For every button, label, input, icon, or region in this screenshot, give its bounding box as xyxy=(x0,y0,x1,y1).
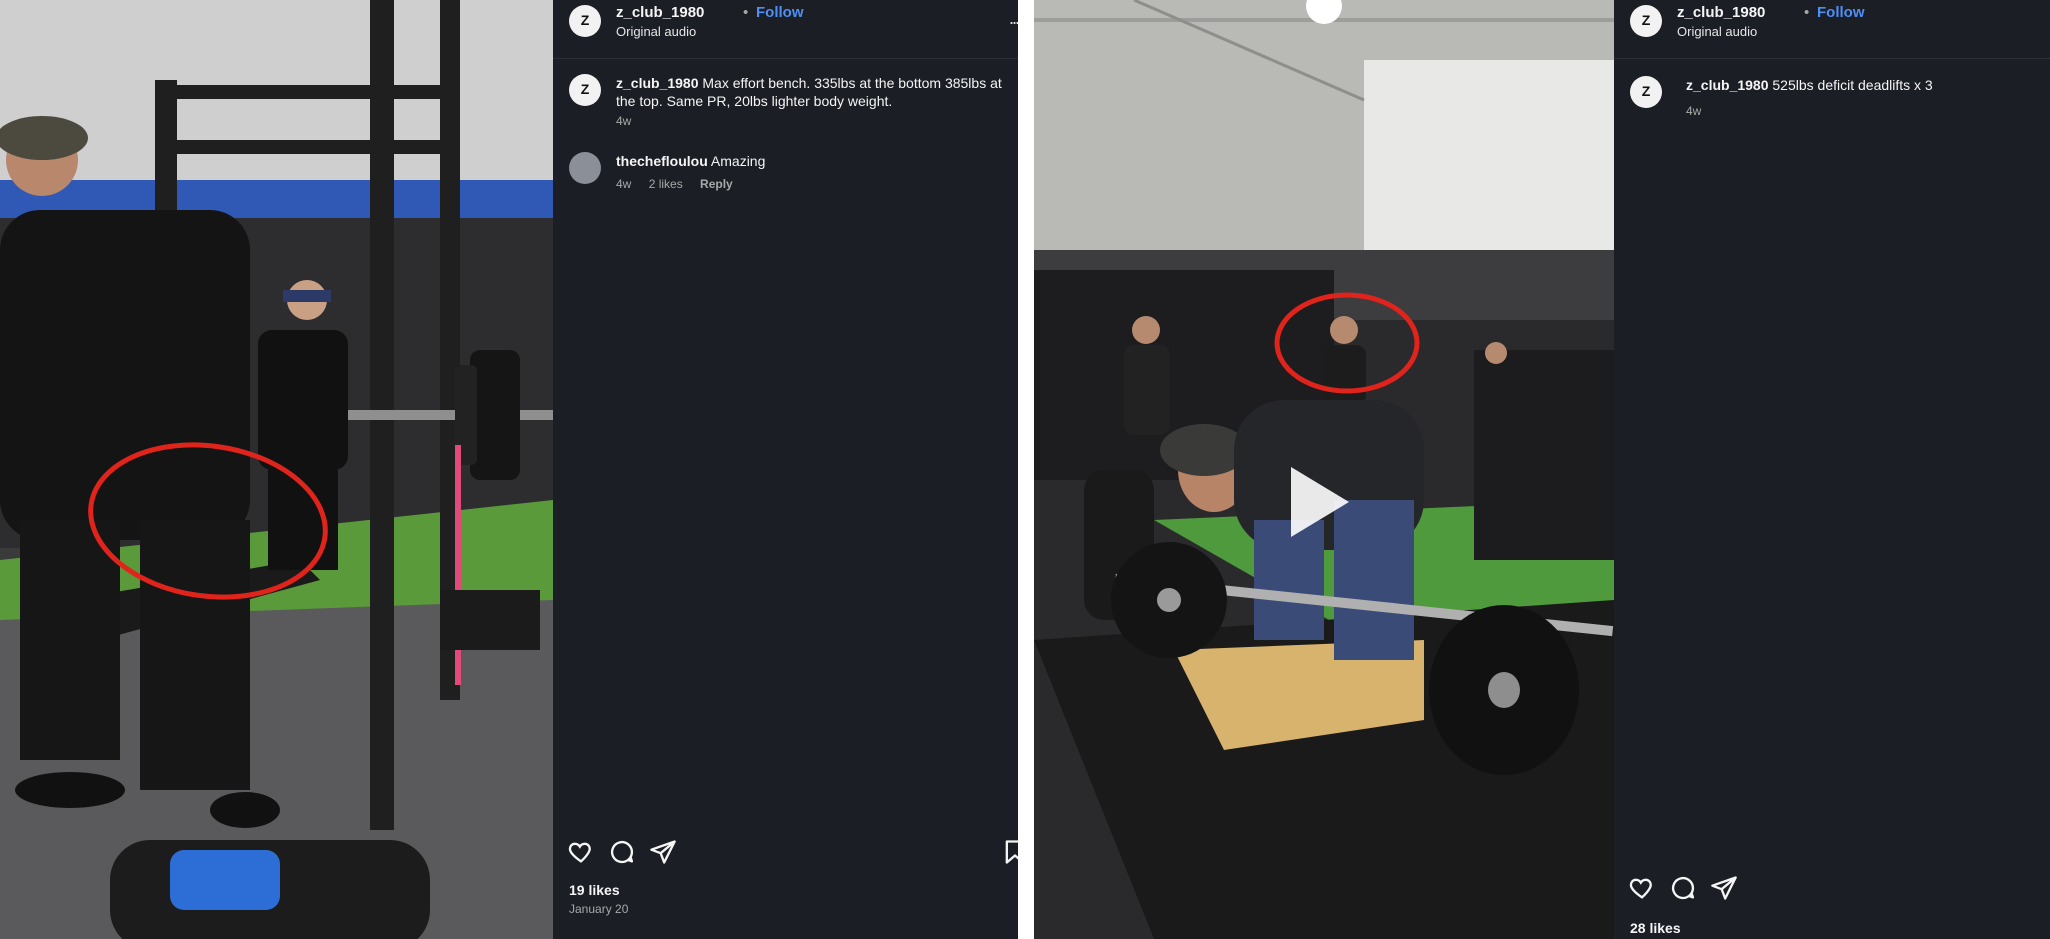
comment-bubble-icon[interactable] xyxy=(608,838,636,866)
post-deadlift: Z z_club_1980 • Follow Original audio Z … xyxy=(1034,0,2050,939)
comment-bubble-icon[interactable] xyxy=(1669,874,1697,902)
caption-meta: 4w xyxy=(616,114,645,128)
comment-meta: 4w 2 likes Reply xyxy=(616,177,747,191)
username-link[interactable]: z_club_1980 xyxy=(616,4,704,21)
caption-text: z_club_1980 525lbs deficit deadlifts x 3 xyxy=(1686,76,2034,94)
comments-panel: Z z_club_1980 • Follow Original audio ..… xyxy=(553,0,1018,939)
heart-icon[interactable] xyxy=(1628,874,1656,902)
caption-meta: 4w xyxy=(1686,104,1715,118)
more-options-icon[interactable]: ... xyxy=(1009,8,1018,29)
follow-button[interactable]: Follow xyxy=(1817,4,1865,21)
avatar[interactable]: Z xyxy=(569,5,601,37)
comment-username[interactable]: thechefloulou xyxy=(616,153,708,169)
gym-video-frame xyxy=(1034,0,1614,939)
comment-time[interactable]: 4w xyxy=(616,177,631,191)
separator-dot: • xyxy=(743,4,749,21)
heart-icon[interactable] xyxy=(567,838,595,866)
comments-panel: Z z_club_1980 • Follow Original audio Z … xyxy=(1614,0,2050,939)
post-bench: Z z_club_1980 • Follow Original audio ..… xyxy=(0,0,1018,939)
follow-button[interactable]: Follow xyxy=(756,4,804,21)
post-header: Z z_club_1980 • Follow Original audio xyxy=(1614,0,2050,59)
caption-username[interactable]: z_club_1980 xyxy=(616,75,699,91)
gym-photo xyxy=(0,0,553,939)
comment-likes[interactable]: 2 likes xyxy=(649,177,683,191)
caption-time[interactable]: 4w xyxy=(1686,104,1701,118)
username-link[interactable]: z_club_1980 xyxy=(1677,4,1765,21)
post-header: Z z_club_1980 • Follow Original audio ..… xyxy=(553,0,1018,59)
like-count[interactable]: 19 likes xyxy=(569,882,620,898)
caption-body: 525lbs deficit deadlifts x 3 xyxy=(1772,77,1933,93)
comment-body: Amazing xyxy=(710,153,766,169)
audio-link[interactable]: Original audio xyxy=(616,24,696,39)
paper-plane-icon[interactable] xyxy=(649,838,677,866)
avatar[interactable]: Z xyxy=(1630,76,1662,108)
paper-plane-icon[interactable] xyxy=(1710,874,1738,902)
comment-text: thechefloulou Amazing xyxy=(616,152,1002,170)
caption-username[interactable]: z_club_1980 xyxy=(1686,77,1769,93)
reply-button[interactable]: Reply xyxy=(700,177,733,191)
post-photo-bench[interactable] xyxy=(0,0,553,939)
audio-link[interactable]: Original audio xyxy=(1677,24,1757,39)
caption-time[interactable]: 4w xyxy=(616,114,631,128)
avatar[interactable]: Z xyxy=(569,74,601,106)
post-date: January 20 xyxy=(569,902,629,916)
caption-text: z_club_1980 Max effort bench. 335lbs at … xyxy=(616,74,1002,110)
avatar[interactable]: Z xyxy=(1630,5,1662,37)
like-count[interactable]: 28 likes xyxy=(1630,920,1681,936)
separator-dot: • xyxy=(1804,4,1810,21)
bookmark-icon[interactable] xyxy=(1001,838,1018,866)
avatar[interactable] xyxy=(569,152,601,184)
post-video-deadlift[interactable] xyxy=(1034,0,1614,939)
